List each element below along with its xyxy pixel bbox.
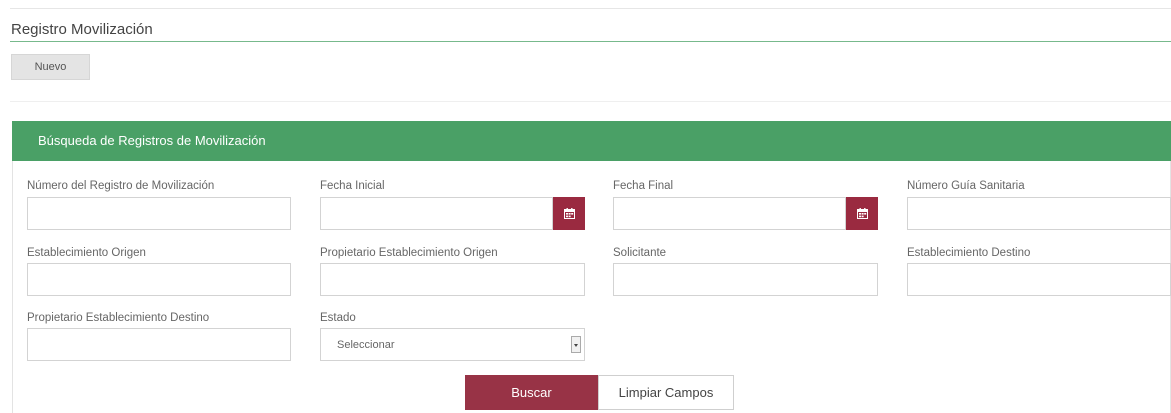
establecimiento-origen-input[interactable] bbox=[27, 263, 291, 296]
calendar-icon bbox=[856, 208, 868, 219]
establecimiento-origen-label: Establecimiento Origen bbox=[27, 247, 146, 259]
establecimiento-destino-label: Establecimiento Destino bbox=[907, 247, 1031, 259]
page-title: Registro Movilización bbox=[11, 21, 153, 38]
new-button[interactable]: Nuevo bbox=[11, 54, 90, 80]
numero-registro-label: Número del Registro de Movilización bbox=[27, 180, 215, 192]
solicitante-input[interactable] bbox=[613, 263, 878, 296]
fecha-final-calendar-button[interactable] bbox=[846, 197, 878, 230]
calendar-icon bbox=[563, 208, 575, 219]
numero-guia-label: Número Guía Sanitaria bbox=[907, 180, 1025, 192]
search-panel-header: Búsqueda de Registros de Movilización bbox=[12, 121, 1171, 161]
fecha-inicial-calendar-button[interactable] bbox=[553, 197, 585, 230]
fecha-inicial-input[interactable] bbox=[320, 197, 553, 230]
fecha-final-input[interactable] bbox=[613, 197, 846, 230]
estado-selected-value: Seleccionar bbox=[337, 339, 395, 351]
numero-registro-input[interactable] bbox=[27, 197, 291, 230]
search-button[interactable]: Buscar bbox=[465, 375, 598, 410]
title-divider bbox=[10, 41, 1171, 42]
clear-fields-button[interactable]: Limpiar Campos bbox=[598, 375, 734, 410]
dropdown-arrow-icon bbox=[571, 336, 581, 353]
top-divider bbox=[10, 8, 1171, 9]
estado-label: Estado bbox=[320, 312, 356, 324]
propietario-origen-label: Propietario Establecimiento Origen bbox=[320, 247, 498, 259]
fecha-final-label: Fecha Final bbox=[613, 180, 674, 192]
propietario-origen-input[interactable] bbox=[320, 263, 585, 296]
fecha-inicial-label: Fecha Inicial bbox=[320, 180, 385, 192]
propietario-destino-input[interactable] bbox=[27, 328, 291, 361]
estado-select[interactable]: Seleccionar bbox=[320, 328, 585, 361]
solicitante-label: Solicitante bbox=[613, 247, 667, 259]
numero-guia-input[interactable] bbox=[907, 197, 1171, 230]
propietario-destino-label: Propietario Establecimiento Destino bbox=[27, 312, 210, 324]
section-divider bbox=[10, 101, 1171, 102]
establecimiento-destino-input[interactable] bbox=[907, 263, 1171, 296]
